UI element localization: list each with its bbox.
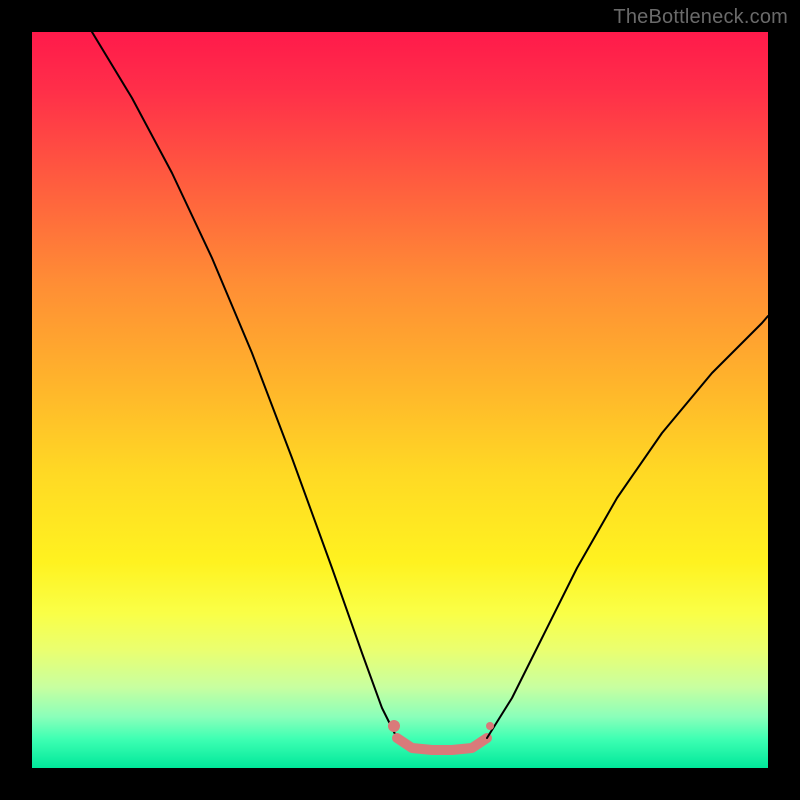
marker-right-tick (486, 722, 494, 730)
series-flat-min (397, 738, 487, 750)
series-left-branch (92, 32, 397, 738)
chart-frame: TheBottleneck.com (0, 0, 800, 800)
series-right-branch (487, 316, 768, 738)
marker-left-dot (388, 720, 400, 732)
curve-layer (32, 32, 768, 768)
curve-group (92, 32, 768, 750)
plot-area (32, 32, 768, 768)
watermark-text: TheBottleneck.com (613, 6, 788, 29)
